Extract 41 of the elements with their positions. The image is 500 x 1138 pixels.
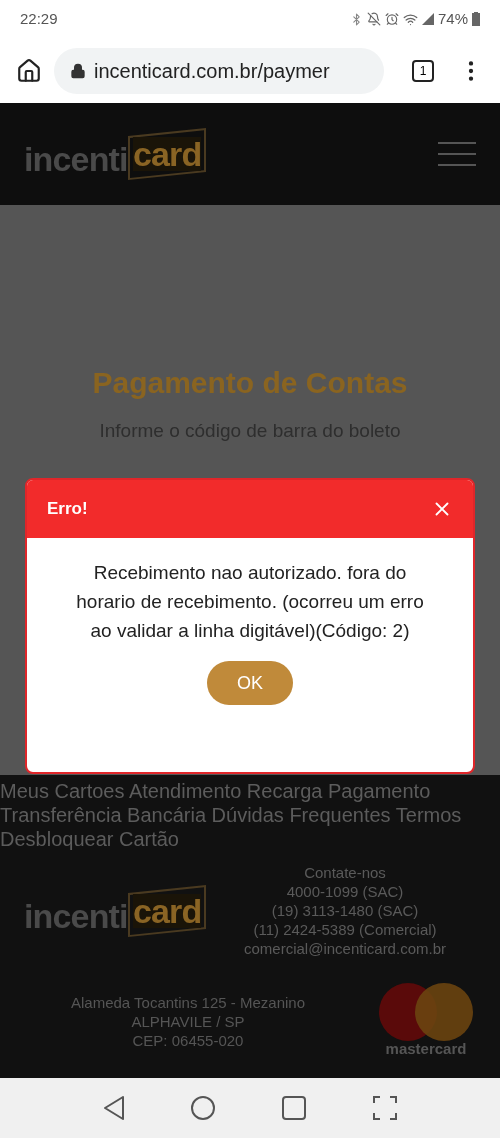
contact-line: (11) 2424-5389 (Comercial): [253, 920, 437, 939]
clock: 22:29: [20, 8, 58, 29]
signal-icon: [421, 13, 434, 25]
contact-line: (19) 3113-1480 (SAC): [271, 901, 419, 920]
logo-wordmark-accent: card: [132, 137, 202, 171]
recents-icon[interactable]: [280, 1095, 307, 1121]
footer-link[interactable]: Recarga: [246, 780, 323, 802]
home-icon[interactable]: [16, 57, 42, 84]
footer-link[interactable]: Meus Cartoes: [0, 780, 125, 802]
address-line: Alameda Tocantins 125 - Mezanino: [71, 992, 305, 1012]
card-brand: mastercard: [385, 1039, 467, 1059]
back-icon[interactable]: [102, 1095, 125, 1121]
battery-icon: [472, 12, 480, 26]
dialog-title: Erro!: [47, 498, 88, 521]
contact-line: 4000-1099 (SAC): [286, 882, 404, 901]
footer-link[interactable]: Pagamento: [328, 780, 431, 802]
battery-level: 74%: [437, 8, 468, 29]
address-line: CEP: 06455-020: [132, 1030, 244, 1050]
home-icon[interactable]: [189, 1095, 216, 1121]
address-bar[interactable]: incenticard.com.br/paymer: [54, 47, 384, 94]
alarm-icon: [384, 12, 399, 26]
logo-wordmark: incenti: [24, 898, 128, 933]
contact-heading: Contate-nos: [304, 863, 386, 882]
lock-icon: [70, 62, 86, 79]
footer-link[interactable]: Atendimento: [128, 780, 242, 802]
mastercard-logo-icon: [378, 982, 474, 1042]
mute-icon: [366, 12, 381, 26]
ok-button[interactable]: OK: [207, 661, 293, 705]
footer-link[interactable]: Dúvidas Frequentes: [211, 804, 391, 826]
fullscreen-icon[interactable]: [371, 1095, 398, 1121]
footer-link[interactable]: Transferência Bancária: [0, 804, 207, 826]
address-line: ALPHAVILE / SP: [131, 1011, 245, 1031]
logo-wordmark: incenti: [24, 142, 128, 176]
footer-link[interactable]: Termos: [395, 804, 462, 826]
dialog-message: Recebimento nao autorizado. fora do horario de recebimento. (ocorreu um erro ao validar a linha digitável)(Código: 2): [75, 561, 425, 643]
url-text: incenticard.com.br/paymer: [94, 58, 330, 84]
footer-link[interactable]: Desbloquear Cartão: [0, 828, 179, 850]
tab-count[interactable]: 1: [412, 59, 434, 82]
logo-wordmark-accent: card: [132, 893, 202, 928]
contact-line[interactable]: comercial@incenticard.com.br: [244, 939, 446, 958]
wifi-icon: [402, 11, 418, 27]
